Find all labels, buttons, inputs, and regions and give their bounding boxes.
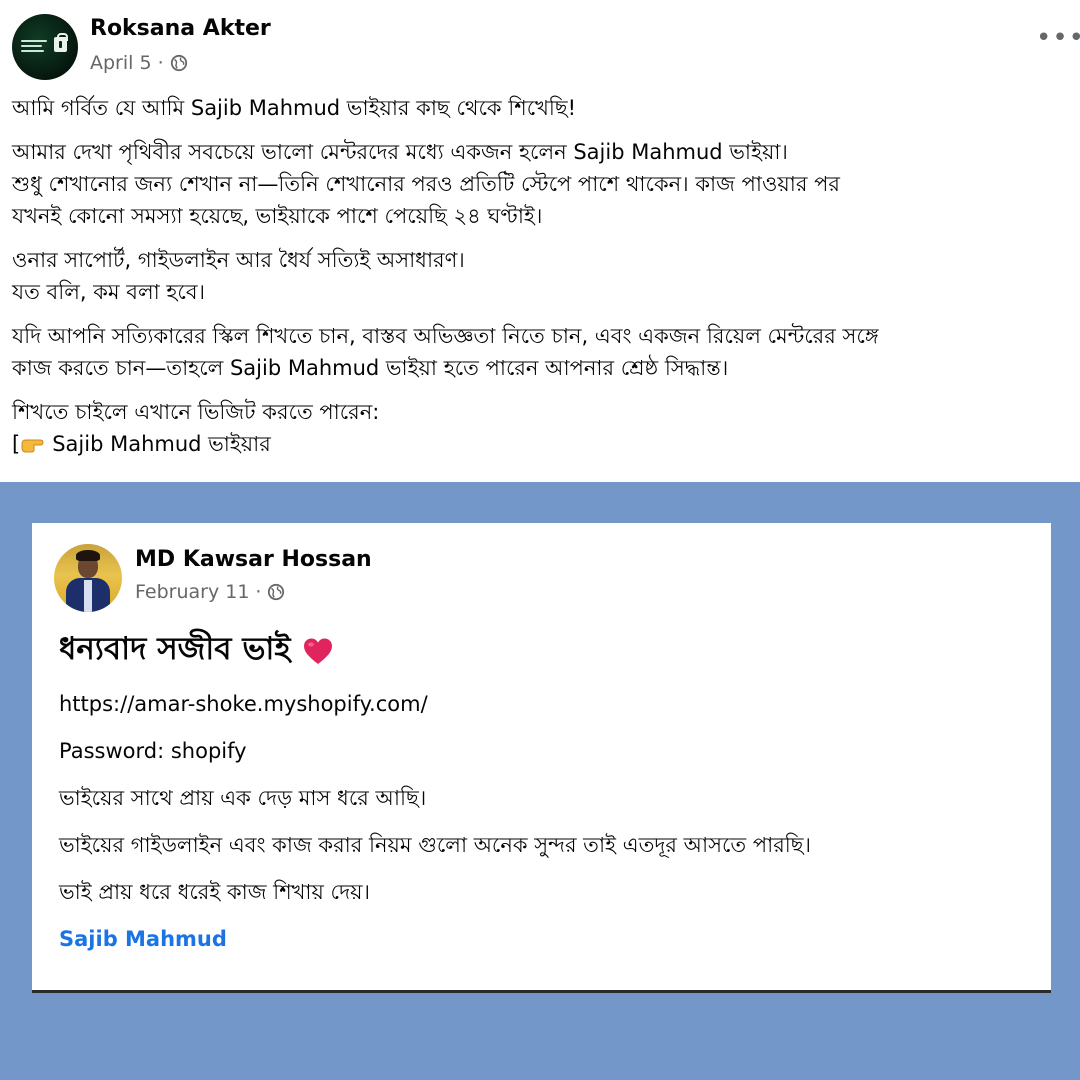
text-line: ভাইয়ের সাথে প্রায় এক দেড় মাস ধরে আছি।: [59, 786, 427, 810]
meta-separator: ·: [255, 581, 262, 603]
shopping-bag-icon: [54, 33, 68, 52]
post-author-name[interactable]: Roksana Akter: [90, 16, 271, 41]
password-line: Password: shopify: [59, 739, 247, 763]
profile-avatar[interactable]: [54, 544, 122, 612]
globe-icon[interactable]: [170, 54, 188, 72]
paragraph: আমি গর্বিত যে আমি Sajib Mahmud ভাইয়ার ক…: [12, 92, 1076, 124]
text-line: আমার দেখা পৃথিবীর সবচেয়ে ভালো মেন্টরদের…: [12, 140, 788, 164]
paragraph: ওনার সাপোর্ট, গাইডলাইন আর ধৈর্য সত্যিই অ…: [12, 244, 1076, 308]
text-line: যখনই কোনো সমস্যা হয়েছে, ভাইয়াকে পাশে প…: [12, 204, 543, 228]
headline-text: ধন্যবাদ সজীব ভাই: [59, 631, 291, 667]
shared-post-date[interactable]: February 11: [135, 581, 249, 603]
globe-icon[interactable]: [267, 583, 285, 601]
post-date[interactable]: April 5: [90, 52, 152, 74]
shared-author-name[interactable]: MD Kawsar Hossan: [135, 547, 372, 572]
avatar-logo-text: [21, 40, 47, 55]
paragraph: আমার দেখা পৃথিবীর সবচেয়ে ভালো মেন্টরদের…: [12, 136, 1076, 232]
mention-line: Sajib Mahmud: [59, 923, 1044, 970]
text-line: শিখতে চাইলে এখানে ভিজিট করতে পারেন:: [12, 400, 380, 424]
text-line: ওনার সাপোর্ট, গাইডলাইন আর ধৈর্য সত্যিই অ…: [12, 248, 465, 272]
meta-separator: ·: [157, 52, 164, 74]
text-line: কাজ করতে চান—তাহলে Sajib Mahmud ভাইয়া হ…: [12, 356, 729, 380]
post-text: আমি গর্বিত যে আমি Sajib Mahmud ভাইয়ার ক…: [12, 92, 1076, 460]
text-line: যত বলি, কম বলা হবে।: [12, 280, 206, 304]
heart-icon: [303, 638, 332, 664]
paragraph: যদি আপনি সত্যিকারের স্কিল শিখতে চান, বাস…: [12, 320, 1076, 384]
avatar-stripe: [84, 580, 92, 612]
facebook-post: Roksana Akter April 5 · ••• আমি গর্বিত য…: [0, 0, 1080, 482]
shared-post-card: MD Kawsar Hossan February 11 · ধন্যবাদ স…: [32, 523, 1051, 993]
post-meta: April 5 ·: [90, 52, 188, 74]
avatar-hair: [76, 550, 100, 561]
paragraph: শিখতে চাইলে এখানে ভিজিট করতে পারেন: [ Sa…: [12, 396, 1076, 460]
text-line: যদি আপনি সত্যিকারের স্কিল শিখতে চান, বাস…: [12, 324, 879, 348]
shared-post-text: https://amar-shoke.myshopify.com/ Passwo…: [59, 688, 1044, 970]
more-options-icon[interactable]: •••: [1036, 25, 1080, 51]
shared-post-meta: February 11 ·: [135, 581, 285, 603]
mention-link[interactable]: Sajib Mahmud: [59, 927, 227, 951]
text-line: ভাই প্রায় ধরে ধরেই কাজ শিখায় দেয়।: [59, 880, 370, 904]
shared-headline: ধন্যবাদ সজীব ভাই: [59, 625, 335, 677]
bracket: [: [12, 432, 21, 456]
text-line: শুধু শেখানোর জন্য শেখান না—তিনি শেখানোর …: [12, 172, 840, 196]
profile-avatar[interactable]: [12, 14, 78, 80]
text-line: ভাইয়ের গাইডলাইন এবং কাজ করার নিয়ম গুলো…: [59, 833, 811, 857]
mention-link[interactable]: Sajib Mahmud ভাইয়ার: [52, 432, 271, 456]
link-line[interactable]: [ Sajib Mahmud ভাইয়ার: [12, 428, 1076, 460]
text-line: আমি গর্বিত যে আমি Sajib Mahmud ভাইয়ার ক…: [12, 96, 577, 120]
pointing-right-icon: [21, 439, 44, 453]
shop-url-line: https://amar-shoke.myshopify.com/: [59, 692, 428, 716]
